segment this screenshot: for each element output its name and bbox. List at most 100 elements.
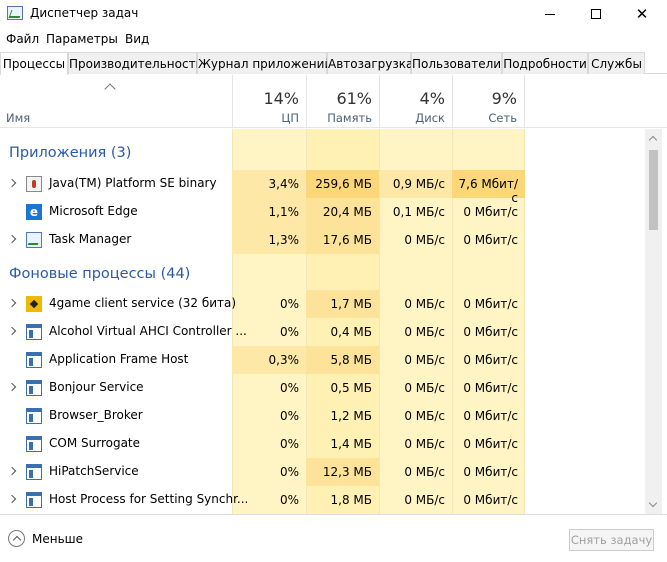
chevron-right-icon[interactable] bbox=[7, 298, 17, 308]
group-background-processes[interactable]: Фоновые процессы (44) bbox=[0, 260, 645, 290]
group-title: Приложения (3) bbox=[9, 145, 132, 161]
process-name: Application Frame Host bbox=[49, 352, 189, 366]
menu-options[interactable]: Параметры bbox=[46, 32, 118, 46]
memory-cell: 12,3 МБ bbox=[306, 458, 379, 486]
collapse-up-icon[interactable] bbox=[8, 530, 25, 547]
tab-startup[interactable]: Автозагрузка bbox=[327, 52, 413, 74]
minimize-icon bbox=[545, 13, 555, 15]
column-cpu-header[interactable]: 14% ЦП bbox=[232, 75, 306, 128]
cpu-cell: 0% bbox=[279, 465, 299, 479]
process-name: 4game client service (32 бита) bbox=[49, 296, 237, 310]
table-row[interactable]: 0% 1,8 МБ 0 МБ/с 0 Мбит/с Host Process f… bbox=[0, 486, 645, 514]
chevron-right-icon[interactable] bbox=[7, 382, 17, 392]
sort-up-icon[interactable] bbox=[104, 83, 116, 95]
chevron-right-icon[interactable] bbox=[7, 494, 17, 504]
network-cell: 0 Мбит/с bbox=[463, 465, 518, 479]
scroll-thumb[interactable] bbox=[649, 150, 658, 230]
network-cell: 0 Мбит/с bbox=[463, 493, 518, 507]
memory-cell: 1,2 МБ bbox=[330, 409, 372, 423]
group-apps[interactable]: Приложения (3) bbox=[0, 139, 645, 169]
tab-bar: Процессы Производительность Журнал прило… bbox=[0, 52, 667, 75]
network-cell: 0 Мбит/с bbox=[463, 381, 518, 395]
service-window-icon bbox=[26, 464, 42, 480]
close-button[interactable]: ✕ bbox=[619, 0, 665, 28]
table-row[interactable]: 0% 0,4 МБ 0 МБ/с 0 Мбит/с Alcohol Virtua… bbox=[0, 318, 645, 346]
column-disk-header[interactable]: 4% Диск bbox=[379, 75, 452, 128]
column-memory-header[interactable]: 61% Память bbox=[306, 75, 379, 128]
minimize-button[interactable] bbox=[527, 0, 573, 28]
disk-cell: 0 МБ/с bbox=[404, 297, 445, 311]
cpu-cell: 0,3% bbox=[232, 346, 306, 374]
cpu-cell: 0% bbox=[279, 437, 299, 451]
column-network-header[interactable]: 9% Сеть bbox=[452, 75, 525, 128]
table-row[interactable]: 3,4% 259,6 МБ 0,9 МБ/с 7,6 Мбит/с Java(T… bbox=[0, 170, 645, 205]
process-name: Alcohol Virtual AHCI Controller ... bbox=[49, 324, 247, 338]
chevron-right-icon[interactable] bbox=[7, 326, 17, 336]
tab-app-history[interactable]: Журнал приложений bbox=[197, 52, 332, 74]
menu-bar: Файл Параметры Вид bbox=[0, 29, 667, 49]
service-window-icon bbox=[26, 408, 42, 424]
table-row[interactable]: 0% 12,3 МБ 0 МБ/с 0 Мбит/с HiPatchServic… bbox=[0, 458, 645, 486]
memory-cell: 5,8 МБ bbox=[306, 346, 379, 374]
cpu-cell: 0% bbox=[279, 409, 299, 423]
disk-cell: 0 МБ/с bbox=[404, 493, 445, 507]
table-row[interactable]: 0% 1,2 МБ 0 МБ/с 0 Мбит/с Browser_Broker bbox=[0, 402, 645, 430]
memory-cell: 0,4 МБ bbox=[330, 325, 372, 339]
title-bar: Диспетчер задач ✕ bbox=[0, 0, 667, 28]
disk-cell: 0 МБ/с bbox=[404, 465, 445, 479]
tab-performance[interactable]: Производительность bbox=[68, 52, 203, 74]
menu-view[interactable]: Вид bbox=[125, 32, 149, 46]
disk-cell: 0 МБ/с bbox=[404, 437, 445, 451]
network-cell: 0 Мбит/с bbox=[463, 205, 518, 219]
tab-services[interactable]: Службы bbox=[588, 52, 645, 74]
table-row[interactable]: 0,3% 5,8 МБ 0 МБ/с 0 Мбит/с Application … bbox=[0, 346, 645, 374]
memory-label: Память bbox=[327, 111, 372, 125]
end-task-button[interactable]: Снять задачу bbox=[569, 529, 654, 551]
tab-users[interactable]: Пользователи bbox=[411, 52, 502, 74]
memory-cell: 0,5 МБ bbox=[330, 381, 372, 395]
memory-cell: 1,4 МБ bbox=[330, 437, 372, 451]
disk-cell: 0 МБ/с bbox=[404, 233, 445, 247]
process-name: HiPatchService bbox=[49, 464, 139, 478]
chevron-right-icon[interactable] bbox=[7, 234, 17, 244]
column-header: Имя 14% ЦП 61% Память 4% Диск 9% Сеть bbox=[0, 75, 667, 128]
menu-file[interactable]: Файл bbox=[6, 32, 39, 46]
vertical-scrollbar[interactable] bbox=[645, 129, 662, 514]
disk-cell: 0 МБ/с bbox=[404, 409, 445, 423]
process-name: Host Process for Setting Synchr... bbox=[49, 492, 249, 506]
chevron-right-icon[interactable] bbox=[7, 466, 17, 476]
chevron-right-icon[interactable] bbox=[7, 178, 17, 188]
network-cell: 0 Мбит/с bbox=[463, 297, 518, 311]
table-row[interactable]: 1,1% 20,4 МБ 0,1 МБ/с 0 Мбит/с e Microso… bbox=[0, 198, 645, 226]
process-name: Bonjour Service bbox=[49, 380, 144, 394]
scroll-up-icon[interactable] bbox=[645, 131, 662, 145]
scroll-down-icon[interactable] bbox=[645, 498, 662, 512]
fewer-details-link[interactable]: Меньше bbox=[32, 532, 83, 546]
network-label: Сеть bbox=[488, 111, 517, 125]
edge-icon: e bbox=[26, 204, 42, 220]
close-icon: ✕ bbox=[635, 5, 649, 23]
4game-icon bbox=[26, 296, 42, 312]
cpu-cell: 0% bbox=[279, 381, 299, 395]
java-icon bbox=[26, 176, 42, 192]
service-window-icon bbox=[26, 352, 42, 368]
network-cell: 7,6 Мбит/с bbox=[452, 170, 525, 205]
disk-cell: 0,1 МБ/с bbox=[392, 205, 445, 219]
memory-total: 61% bbox=[336, 89, 372, 108]
table-row[interactable]: 1,3% 17,6 МБ 0 МБ/с 0 Мбит/с Task Manage… bbox=[0, 226, 645, 254]
tab-processes[interactable]: Процессы bbox=[0, 52, 68, 75]
service-window-icon bbox=[26, 492, 42, 508]
cpu-cell: 3,4% bbox=[232, 170, 306, 198]
table-row[interactable]: 0% 0,5 МБ 0 МБ/с 0 Мбит/с Bonjour Servic… bbox=[0, 374, 645, 402]
column-name-header[interactable]: Имя bbox=[6, 111, 30, 125]
cpu-cell: 1,3% bbox=[232, 226, 306, 254]
table-row[interactable]: 0% 1,4 МБ 0 МБ/с 0 Мбит/с COM Surrogate bbox=[0, 430, 645, 458]
table-row[interactable]: 0% 1,7 МБ 0 МБ/с 0 Мбит/с 4game client s… bbox=[0, 290, 645, 318]
tab-details[interactable]: Подробности bbox=[502, 52, 588, 74]
maximize-button[interactable] bbox=[573, 0, 619, 28]
group-title: Фоновые процессы (44) bbox=[9, 266, 191, 282]
memory-cell: 20,4 МБ bbox=[306, 198, 379, 226]
disk-total: 4% bbox=[419, 89, 445, 108]
network-cell: 0 Мбит/с bbox=[463, 437, 518, 451]
cpu-label: ЦП bbox=[281, 111, 299, 125]
